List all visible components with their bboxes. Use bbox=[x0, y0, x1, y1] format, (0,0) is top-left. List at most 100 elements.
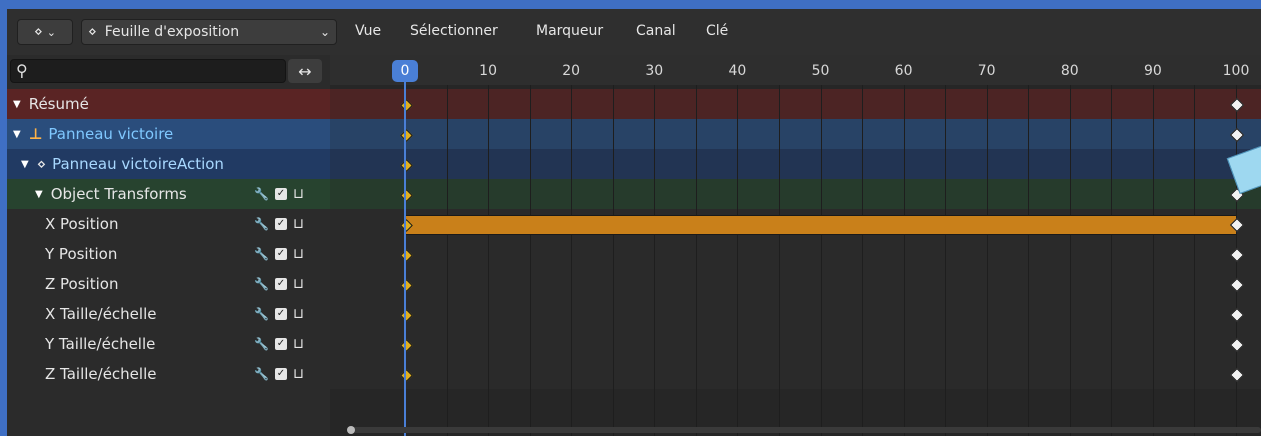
modifier-wrench-icon[interactable]: 🔧 bbox=[254, 367, 269, 381]
gridline bbox=[1194, 85, 1196, 436]
modifier-wrench-icon[interactable]: 🔧 bbox=[254, 217, 269, 231]
menu-canal[interactable]: Canal bbox=[636, 23, 676, 39]
group-row[interactable]: ▼ Object Transforms 🔧 ✓ ⊔ bbox=[7, 179, 330, 209]
timeline-row[interactable] bbox=[330, 89, 1261, 119]
expand-triangle-icon[interactable]: ▼ bbox=[21, 159, 29, 170]
frame-tick-label: 100 bbox=[1222, 63, 1250, 79]
gridline bbox=[862, 85, 864, 436]
lock-icon[interactable]: ⊔ bbox=[293, 366, 304, 382]
search-icon: ⚲ bbox=[16, 61, 28, 80]
gridline bbox=[986, 85, 988, 436]
channel-label: Résumé bbox=[28, 95, 89, 113]
channel-label: Z Taille/échelle bbox=[45, 365, 157, 383]
menu-cle[interactable]: Clé bbox=[706, 23, 728, 39]
timeline-row[interactable] bbox=[330, 329, 1261, 359]
gridline bbox=[612, 85, 614, 436]
timeline-row[interactable] bbox=[330, 299, 1261, 329]
lock-icon[interactable]: ⊔ bbox=[293, 306, 304, 322]
gridline bbox=[571, 85, 573, 436]
lock-icon[interactable]: ⊔ bbox=[293, 276, 304, 292]
horizontal-scrollbar[interactable] bbox=[350, 427, 1261, 433]
channel-row[interactable]: Y Taille/échelle 🔧 ✓ ⊔ bbox=[7, 329, 330, 359]
keyframe-hold-bar[interactable] bbox=[405, 215, 1236, 235]
channel-toggles: 🔧 ✓ ⊔ bbox=[254, 329, 304, 359]
channel-label: Y Position bbox=[45, 245, 118, 263]
mute-checkbox[interactable]: ✓ bbox=[274, 248, 287, 260]
gridline bbox=[1152, 85, 1154, 436]
object-row[interactable]: ▼ ⊥ Panneau victoire bbox=[7, 119, 330, 149]
modifier-wrench-icon[interactable]: 🔧 bbox=[254, 307, 269, 321]
mute-checkbox[interactable]: ✓ bbox=[274, 188, 287, 200]
channel-search-row: ⚲ ↔ bbox=[7, 57, 330, 87]
mute-checkbox[interactable]: ✓ bbox=[274, 278, 287, 290]
gridline bbox=[1028, 85, 1030, 436]
dopesheet-editor: ⋄ ⌄ ⋄ Feuille d'exposition ⌄ Vue Sélecti… bbox=[7, 9, 1261, 436]
summary-row[interactable]: ▼ Résumé bbox=[7, 89, 330, 119]
channel-label: Z Position bbox=[45, 275, 119, 293]
expand-triangle-icon[interactable]: ▼ bbox=[13, 99, 21, 110]
mode-label: Feuille d'exposition bbox=[104, 24, 240, 40]
mode-select[interactable]: ⋄ Feuille d'exposition ⌄ bbox=[81, 19, 337, 45]
gridline bbox=[1069, 85, 1071, 436]
mute-checkbox[interactable]: ✓ bbox=[274, 368, 287, 380]
modifier-wrench-icon[interactable]: 🔧 bbox=[254, 277, 269, 291]
chevron-down-icon: ⌄ bbox=[319, 25, 330, 39]
mute-checkbox[interactable]: ✓ bbox=[274, 338, 287, 350]
swap-filter-button[interactable]: ↔ bbox=[288, 59, 322, 83]
channel-row[interactable]: X Position 🔧 ✓ ⊔ bbox=[7, 209, 330, 239]
channel-toggles: 🔧 ✓ ⊔ bbox=[254, 239, 304, 269]
channel-toggles: 🔧 ✓ ⊔ bbox=[254, 209, 304, 239]
mute-checkbox[interactable]: ✓ bbox=[274, 308, 287, 320]
timeline-row[interactable] bbox=[330, 119, 1261, 149]
timeline-row[interactable] bbox=[330, 269, 1261, 299]
empty-object-icon: ⊥ bbox=[28, 125, 43, 143]
channel-label: Object Transforms bbox=[50, 185, 187, 203]
modifier-wrench-icon[interactable]: 🔧 bbox=[254, 247, 269, 261]
menu-vue[interactable]: Vue bbox=[355, 23, 381, 39]
menu-selectionner[interactable]: Sélectionner bbox=[410, 23, 498, 39]
search-input[interactable]: ⚲ bbox=[10, 59, 286, 83]
gridline bbox=[654, 85, 656, 436]
frame-tick-label: 60 bbox=[894, 63, 913, 79]
timeline-row[interactable] bbox=[330, 149, 1261, 179]
dopesheet-icon: ⋄ bbox=[88, 24, 97, 40]
mute-checkbox[interactable]: ✓ bbox=[274, 218, 287, 230]
scroll-handle[interactable] bbox=[347, 426, 355, 434]
playhead[interactable] bbox=[404, 82, 406, 436]
menu-marqueur[interactable]: Marqueur bbox=[536, 23, 603, 39]
channel-row[interactable]: Z Taille/échelle 🔧 ✓ ⊔ bbox=[7, 359, 330, 389]
lock-icon[interactable]: ⊔ bbox=[293, 186, 304, 202]
lock-icon[interactable]: ⊔ bbox=[293, 246, 304, 262]
lock-icon[interactable]: ⊔ bbox=[293, 216, 304, 232]
timeline-row[interactable] bbox=[330, 239, 1261, 269]
gridline bbox=[945, 85, 947, 436]
editor-type-button[interactable]: ⋄ ⌄ bbox=[17, 19, 73, 45]
channel-toggles: 🔧 ✓ ⊔ bbox=[254, 359, 304, 389]
modifier-wrench-icon[interactable]: 🔧 bbox=[254, 337, 269, 351]
channel-row[interactable]: Z Position 🔧 ✓ ⊔ bbox=[7, 269, 330, 299]
frame-tick-label: 90 bbox=[1143, 63, 1162, 79]
frame-tick-label: 10 bbox=[479, 63, 498, 79]
gridline bbox=[488, 85, 490, 436]
timeline-row[interactable] bbox=[330, 179, 1261, 209]
editor-header: ⋄ ⌄ ⋄ Feuille d'exposition ⌄ Vue Sélecti… bbox=[7, 9, 1261, 55]
channel-label: Panneau victoire bbox=[48, 125, 174, 143]
action-row[interactable]: ▼ ⋄ Panneau victoireAction bbox=[7, 149, 330, 179]
current-frame-indicator[interactable]: 0 bbox=[392, 60, 418, 82]
modifier-wrench-icon[interactable]: 🔧 bbox=[254, 187, 269, 201]
chevron-down-icon: ⌄ bbox=[46, 25, 56, 39]
frame-tick-label: 50 bbox=[811, 63, 830, 79]
channel-row[interactable]: Y Position 🔧 ✓ ⊔ bbox=[7, 239, 330, 269]
frame-ruler[interactable]: 10 20 30 40 50 60 70 80 90 100 0 bbox=[330, 55, 1261, 85]
timeline-row[interactable] bbox=[330, 359, 1261, 389]
dopesheet-editor-icon: ⋄ bbox=[34, 24, 43, 40]
expand-triangle-icon[interactable]: ▼ bbox=[13, 129, 21, 140]
gridline bbox=[737, 85, 739, 436]
gridline bbox=[695, 85, 697, 436]
expand-triangle-icon[interactable]: ▼ bbox=[35, 189, 43, 200]
timeline-area[interactable]: 10 20 30 40 50 60 70 80 90 100 0 bbox=[330, 55, 1261, 436]
channel-row[interactable]: X Taille/échelle 🔧 ✓ ⊔ bbox=[7, 299, 330, 329]
gridline bbox=[820, 85, 822, 436]
lock-icon[interactable]: ⊔ bbox=[293, 336, 304, 352]
gridline bbox=[446, 85, 448, 436]
